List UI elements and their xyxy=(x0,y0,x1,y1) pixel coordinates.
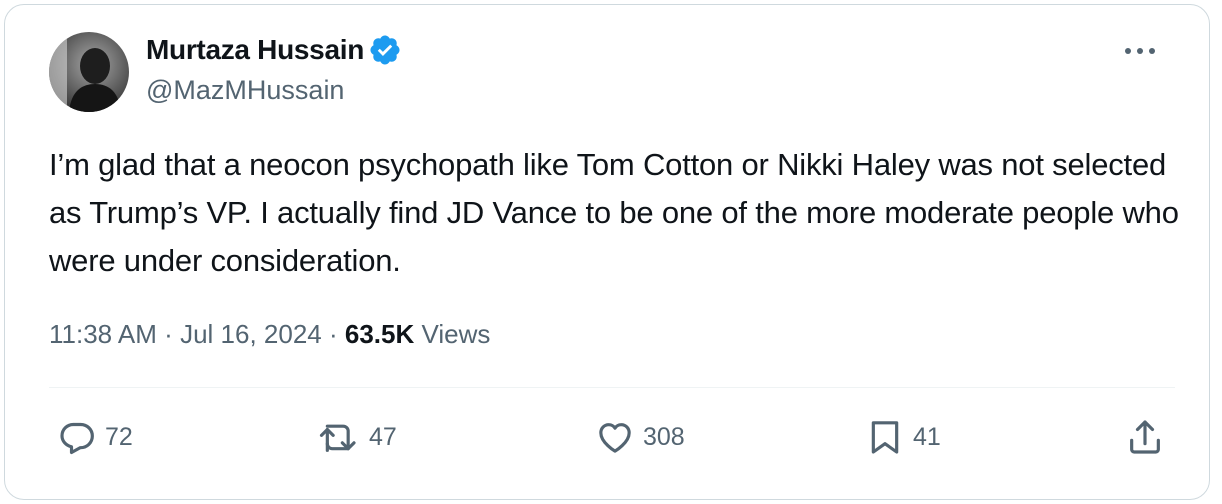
reply-button[interactable]: 72 xyxy=(57,413,133,461)
author-name-row[interactable]: Murtaza Hussain xyxy=(146,33,402,67)
repost-button[interactable]: 47 xyxy=(317,413,397,461)
meta-separator-2: · xyxy=(328,319,338,349)
views-label: Views xyxy=(421,319,491,349)
meta-separator: · xyxy=(164,319,173,349)
heart-icon xyxy=(595,417,635,457)
action-bar: 72 47 308 41 xyxy=(49,413,1175,461)
verified-badge-icon[interactable] xyxy=(368,33,402,67)
repost-icon xyxy=(317,417,361,457)
divider xyxy=(49,387,1175,388)
tweet-text: I’m glad that a neocon psychopath like T… xyxy=(49,147,1179,278)
bookmark-button[interactable]: 41 xyxy=(865,413,941,461)
tweet-time[interactable]: 11:38 AM xyxy=(49,319,157,349)
tweet-date[interactable]: Jul 16, 2024 xyxy=(180,319,322,349)
author-name[interactable]: Murtaza Hussain xyxy=(146,33,364,67)
avatar[interactable] xyxy=(49,32,129,112)
like-count: 308 xyxy=(643,422,685,451)
tweet-card: Murtaza Hussain @MazMHussain I’m glad th… xyxy=(4,4,1210,500)
reply-count: 72 xyxy=(105,422,133,451)
share-button[interactable] xyxy=(1125,413,1165,461)
share-upload-icon xyxy=(1125,417,1165,457)
reply-bubble-icon xyxy=(57,417,97,457)
tweet-meta: 11:38 AM · Jul 16, 2024 · 63.5K Views xyxy=(49,316,490,352)
more-horizontal-icon[interactable] xyxy=(1123,41,1157,61)
bookmark-icon xyxy=(865,417,905,457)
repost-count: 47 xyxy=(369,422,397,451)
bookmark-count: 41 xyxy=(913,422,941,451)
author-handle[interactable]: @MazMHussain xyxy=(146,73,344,107)
views-count: 63.5K xyxy=(344,319,415,349)
like-button[interactable]: 308 xyxy=(595,413,685,461)
